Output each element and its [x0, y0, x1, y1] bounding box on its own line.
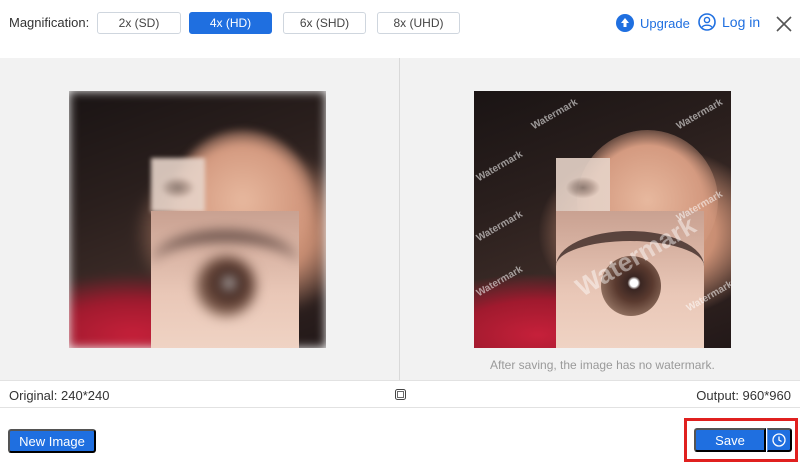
toolbar: Magnification: 2x (SD) 4x (HD) 6x (SHD) …: [0, 0, 800, 48]
mag-8x-button[interactable]: 8x (UHD): [377, 12, 460, 34]
new-image-button[interactable]: New Image: [8, 429, 96, 453]
clock-icon: [772, 433, 786, 447]
login-link[interactable]: Log in: [698, 13, 760, 31]
watermark-note: After saving, the image has no watermark…: [490, 358, 715, 372]
login-label: Log in: [722, 14, 761, 30]
output-resolution: Output: 960*960: [696, 388, 791, 403]
upgrade-icon: [616, 14, 634, 32]
upgrade-label: Upgrade: [640, 15, 690, 31]
original-zoom-lens: [151, 211, 299, 348]
mag-4x-button[interactable]: 4x (HD): [189, 12, 272, 34]
compare-icon[interactable]: [395, 389, 406, 400]
save-history-button[interactable]: [767, 428, 792, 452]
output-image: Watermark Watermark Watermark Watermark …: [474, 91, 731, 348]
user-icon: [698, 13, 716, 31]
comparison-stage: Watermark Watermark Watermark Watermark …: [0, 58, 800, 380]
original-zoom-source: [151, 158, 205, 212]
close-icon[interactable]: [774, 14, 794, 34]
original-image: [69, 91, 326, 348]
split-divider[interactable]: [399, 58, 400, 380]
upgrade-link[interactable]: Upgrade: [616, 14, 690, 32]
mag-2x-button[interactable]: 2x (SD): [97, 12, 181, 34]
resolution-bar: Original: 240*240 Output: 960*960: [0, 380, 800, 408]
mag-6x-button[interactable]: 6x (SHD): [283, 12, 366, 34]
magnification-label: Magnification:: [9, 15, 90, 30]
output-zoom-source: [556, 158, 610, 212]
original-resolution: Original: 240*240: [9, 388, 110, 403]
save-button[interactable]: Save: [694, 428, 766, 452]
save-highlight: Save: [684, 418, 798, 462]
